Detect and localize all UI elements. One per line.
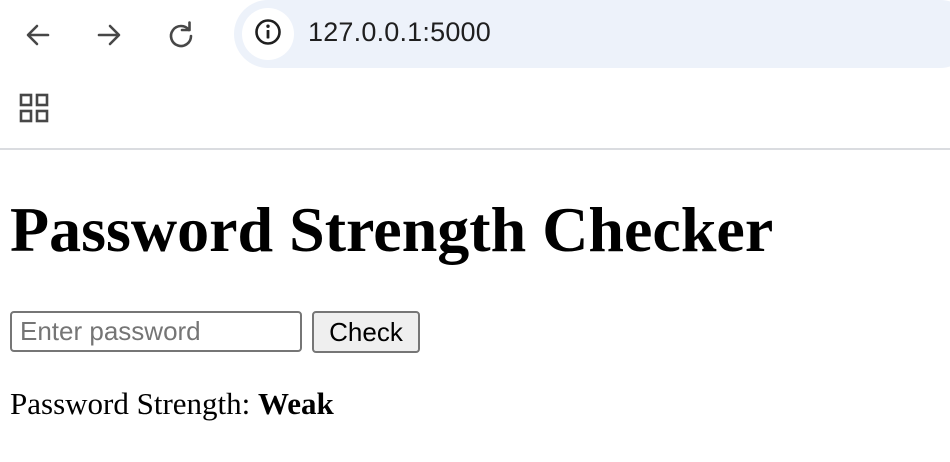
arrow-right-icon — [95, 21, 123, 49]
password-input[interactable] — [10, 311, 302, 352]
result-label: Password Strength: — [10, 386, 251, 421]
bookmarks-bar — [0, 70, 950, 150]
back-button[interactable] — [17, 14, 59, 56]
page-title: Password Strength Checker — [10, 194, 774, 265]
result-value: Weak — [258, 386, 334, 421]
apps-button[interactable] — [12, 88, 56, 132]
info-icon — [254, 18, 282, 51]
arrow-left-icon — [24, 21, 52, 49]
address-bar[interactable]: 127.0.0.1:5000 — [234, 0, 950, 68]
forward-button[interactable] — [88, 14, 130, 56]
reload-icon — [167, 21, 195, 49]
apps-grid-icon — [19, 93, 49, 128]
check-button[interactable]: Check — [312, 311, 420, 353]
reload-button[interactable] — [160, 14, 202, 56]
page-content: Password Strength Checker Check Password… — [0, 150, 950, 462]
password-strength-result: Password Strength: Weak — [10, 386, 334, 422]
browser-toolbar: 127.0.0.1:5000 — [0, 0, 950, 70]
site-info-button[interactable] — [242, 8, 294, 60]
url-text[interactable]: 127.0.0.1:5000 — [308, 17, 491, 48]
